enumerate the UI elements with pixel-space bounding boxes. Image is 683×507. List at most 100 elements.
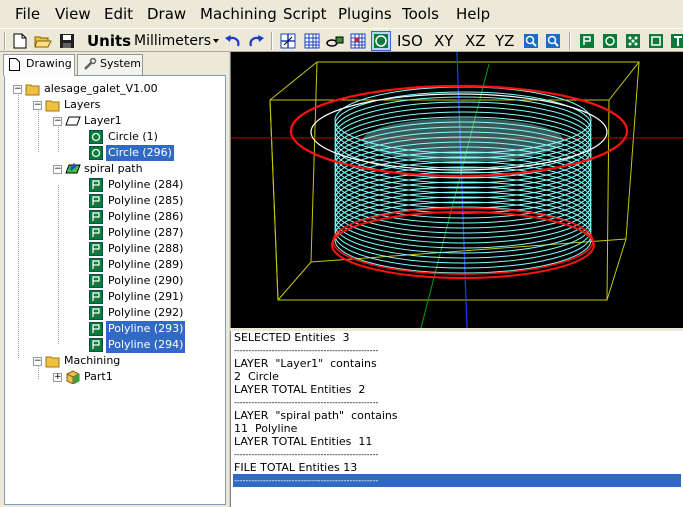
rectangle-icon[interactable] xyxy=(646,31,666,51)
tree-label: Polyline (284) xyxy=(108,178,184,191)
tree-label: Polyline (287) xyxy=(108,226,184,239)
tree-expand-toggle[interactable]: + xyxy=(53,373,62,382)
tree-node-polyline[interactable]: Polyline (289) xyxy=(69,257,219,273)
tree-node-polyline[interactable]: Polyline (285) xyxy=(69,193,219,209)
3d-viewport[interactable] xyxy=(230,51,683,329)
tree-label: spiral path xyxy=(84,162,143,175)
circle-entity-icon xyxy=(89,130,103,144)
toolbar-separator xyxy=(569,32,571,50)
output-separator: ----------------------------------------… xyxy=(234,450,379,459)
zoom-fit-icon[interactable] xyxy=(521,31,541,51)
menu-draw[interactable]: Draw xyxy=(147,6,186,22)
grid2-icon[interactable] xyxy=(348,31,368,51)
menu-script[interactable]: Script xyxy=(283,6,327,22)
table-icon[interactable] xyxy=(302,31,322,51)
tree-node-layers[interactable]: − Layers xyxy=(29,97,219,113)
open-icon[interactable] xyxy=(33,31,53,51)
tree-node-circle[interactable]: Circle (1) xyxy=(69,129,219,145)
points-icon[interactable] xyxy=(623,31,643,51)
polyline-entity-icon xyxy=(89,226,103,240)
menu-help[interactable]: Help xyxy=(456,6,490,22)
menu-plugins[interactable]: Plugins xyxy=(338,6,392,22)
save-icon[interactable] xyxy=(57,31,77,51)
output-line: FILE TOTAL Entities 13 xyxy=(234,461,358,474)
tree-label: Circle (1) xyxy=(108,130,158,143)
output-separator: ----------------------------------------… xyxy=(234,398,379,407)
tab-system-label: System xyxy=(100,57,142,70)
tree-collapse-toggle[interactable]: − xyxy=(33,357,42,366)
output-separator: ----------------------------------------… xyxy=(234,346,379,355)
tree-node-polyline[interactable]: Polyline (287) xyxy=(69,225,219,241)
tree-collapse-toggle[interactable]: − xyxy=(53,165,62,174)
view-iso-button[interactable]: ISO xyxy=(397,32,423,50)
polyline-icon[interactable] xyxy=(577,31,597,51)
grid-icon[interactable] xyxy=(278,31,298,51)
tree-node-spiral-path[interactable]: − spiral path xyxy=(49,161,219,177)
tree-node-polyline[interactable]: Polyline (288) xyxy=(69,241,219,257)
tree-label: Polyline (290) xyxy=(108,274,184,287)
zoom-icon[interactable] xyxy=(543,31,563,51)
chevron-down-icon[interactable] xyxy=(213,39,219,43)
units-select[interactable]: Millimeters xyxy=(131,31,221,51)
view-xy-button[interactable]: XY xyxy=(434,32,453,50)
tree-label: alesage_galet_V1.00 xyxy=(44,82,158,95)
tree-node-part1[interactable]: + Part1 xyxy=(49,369,219,385)
tree-label: Polyline (285) xyxy=(108,194,184,207)
units-value: Millimeters xyxy=(134,33,212,49)
tree-label: Circle (296) xyxy=(106,145,174,161)
folder-icon xyxy=(45,354,60,368)
menu-machining[interactable]: Machining xyxy=(200,6,277,22)
new-icon[interactable] xyxy=(10,31,30,51)
tree-label: Layer1 xyxy=(84,114,122,127)
tree-collapse-toggle[interactable]: − xyxy=(13,85,22,94)
tree-node-layer1[interactable]: − Layer1 xyxy=(49,113,219,129)
circle-entity-icon xyxy=(89,146,103,160)
tab-system[interactable]: System xyxy=(77,54,143,75)
tree-label: Polyline (289) xyxy=(108,258,184,271)
text-icon[interactable] xyxy=(668,31,683,51)
3d-scene xyxy=(231,51,683,329)
y-axis xyxy=(420,63,490,329)
polyline-entity-icon xyxy=(89,178,103,192)
tree-node-polyline[interactable]: Polyline (286) xyxy=(69,209,219,225)
undo-icon[interactable] xyxy=(223,31,243,51)
tree-connector xyxy=(58,185,59,344)
layer-icon xyxy=(65,114,81,128)
spiral-toolpath xyxy=(334,86,592,274)
tab-drawing[interactable]: Drawing xyxy=(3,54,75,76)
view-xz-button[interactable]: XZ xyxy=(465,32,486,50)
tree-node-polyline[interactable]: Polyline (292) xyxy=(69,305,219,321)
tree-collapse-toggle[interactable]: − xyxy=(53,117,62,126)
tree-node-polyline[interactable]: Polyline (294) xyxy=(69,337,219,353)
tree-label: Part1 xyxy=(84,370,113,383)
tab-strip: Drawing System xyxy=(0,54,229,76)
tree-connector xyxy=(18,90,19,358)
polyline-entity-icon xyxy=(89,338,103,352)
menu-tools[interactable]: Tools xyxy=(402,6,439,22)
tree-label: Polyline (294) xyxy=(106,337,186,353)
menu-view[interactable]: View xyxy=(55,6,91,22)
polyline-entity-icon xyxy=(89,242,103,256)
tree-label: Machining xyxy=(64,354,121,367)
redo-icon[interactable] xyxy=(246,31,266,51)
toolbar: Units Millimeters ISO XY XZ YZ xyxy=(0,28,683,52)
tree-node-polyline[interactable]: Polyline (291) xyxy=(69,289,219,305)
view-yz-button[interactable]: YZ xyxy=(495,32,514,50)
tree-node-polyline[interactable]: Polyline (284) xyxy=(69,177,219,193)
output-line: 11 Polyline xyxy=(234,422,298,435)
tree-collapse-toggle[interactable]: − xyxy=(33,101,42,110)
tree-node-polyline[interactable]: Polyline (290) xyxy=(69,273,219,289)
link-icon[interactable] xyxy=(325,31,345,51)
layer-active-icon xyxy=(65,162,81,176)
tree-node-polyline[interactable]: Polyline (293) xyxy=(69,321,219,337)
menu-edit[interactable]: Edit xyxy=(104,6,133,22)
tree-node-circle[interactable]: Circle (296) xyxy=(69,145,219,161)
left-panel: Drawing System − alesage_galet_V1.00 − L… xyxy=(0,52,229,507)
polyline-entity-icon xyxy=(89,274,103,288)
tree-node-machining[interactable]: − Machining xyxy=(29,353,219,369)
circle-view-icon[interactable] xyxy=(371,31,391,51)
circle-icon[interactable] xyxy=(600,31,620,51)
tree-node-root[interactable]: − alesage_galet_V1.00 xyxy=(9,81,219,97)
output-panel[interactable]: SELECTED Entities 3 --------------------… xyxy=(230,331,683,507)
menu-file[interactable]: File xyxy=(15,6,40,22)
